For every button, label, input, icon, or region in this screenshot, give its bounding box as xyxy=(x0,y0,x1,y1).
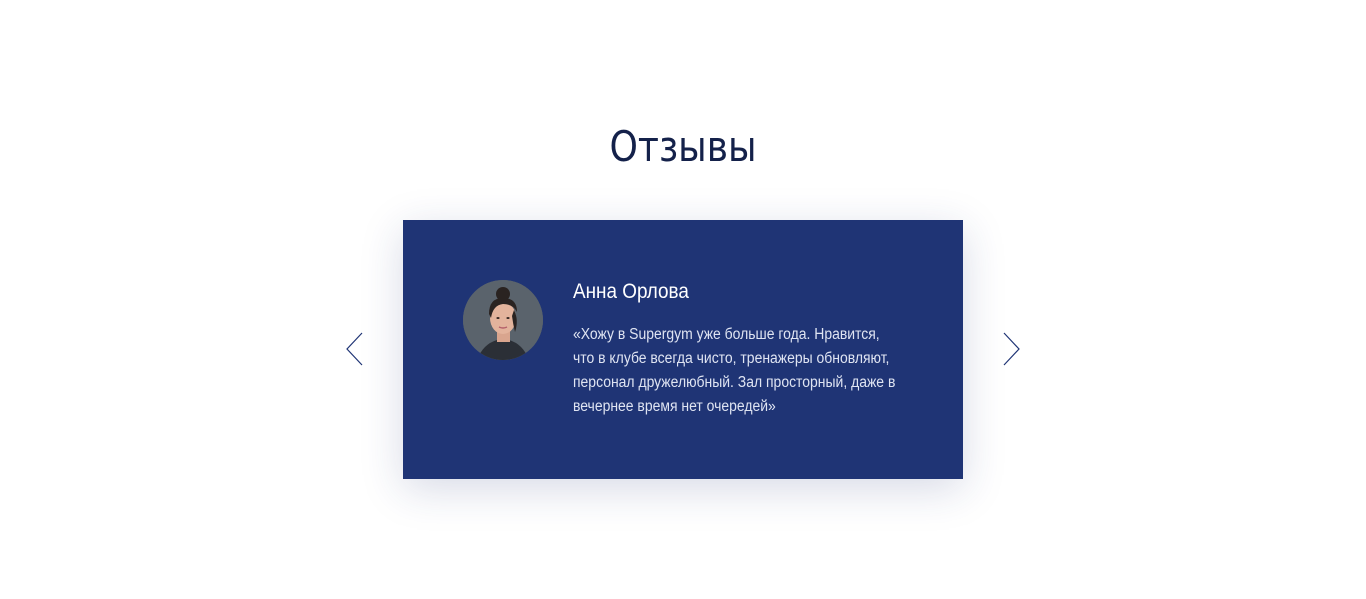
avatar xyxy=(463,280,543,360)
review-text: «Хожу в Supergym уже больше года. Нравит… xyxy=(573,326,896,415)
review-author: Анна Орлова xyxy=(573,280,689,303)
prev-button[interactable] xyxy=(345,332,365,366)
chevron-right-icon xyxy=(1003,332,1020,366)
review-card: Анна Орлова «Хожу в Supergym уже больше … xyxy=(403,220,963,479)
reviews-section: Отзывы Анна Орлова «Хожу в Supergym уже … xyxy=(0,0,1366,599)
next-button[interactable] xyxy=(1001,332,1021,366)
chevron-left-icon xyxy=(346,332,363,366)
section-title: Отзывы xyxy=(609,122,757,171)
